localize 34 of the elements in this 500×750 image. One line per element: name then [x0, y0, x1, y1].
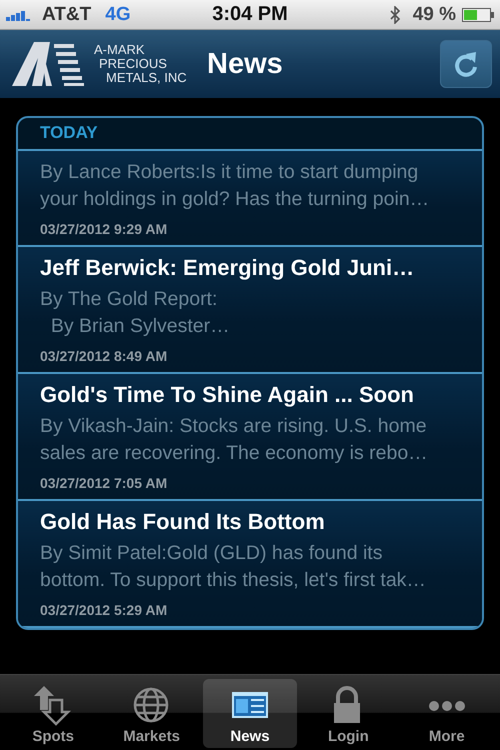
article-snippet: By The Gold Report: By Brian Sylvester… [40, 287, 231, 339]
article-title: Jeff Berwick: Emerging Gold Juni… [40, 255, 416, 281]
news-item[interactable]: Jeff Berwick: Emerging Gold Juni… By The Gold Report: By Brian Sylvester… 03/27/2012 8:49 AM [18, 247, 482, 374]
article-title: Gold's Time To Shine Again ... Soon [40, 382, 415, 408]
logo-text: A-MARK [94, 43, 146, 57]
logo-text: PRECIOUS [98, 57, 168, 71]
logo-text: METALS, INC [105, 71, 187, 85]
screen-title: News [207, 48, 284, 80]
article-date: 03/27/2012 9:29 AM [40, 221, 168, 237]
news-item[interactable]: Gold Has Found Its Bottom By Simit Patel:Gold (GLD) has found its bottom. To support this thesis, let's first tak… 03/27/2012 5:29 AM [18, 501, 482, 628]
article-date: 03/27/2012 8:49 AM [40, 348, 168, 364]
network-type: 4G [105, 4, 131, 26]
tab-bar-item[interactable]: News [202, 679, 297, 748]
article-snippet: By Simit Patel:Gold (GLD) has found its bottom. To support this thesis, let's first tak… [40, 541, 427, 593]
tab-bar-item[interactable]: More [400, 679, 494, 748]
tab-bar-item[interactable]: Spots [6, 679, 100, 748]
bluetooth-icon [388, 6, 401, 24]
article-snippet: By Lance Roberts:Is it time to start dumping your holdings in gold? Has the turning poin… [40, 160, 430, 212]
tab-bar-item[interactable]: Login [301, 679, 396, 748]
news-item[interactable]: Gold's Time To Shine Again ... Soon By Vikash-Jain: Stocks are rising. U.S. home sales are recovering. The economy is rebo… 03/27/2012 7:05 AM [18, 374, 482, 501]
article-date: 03/27/2012 5:29 AM [40, 602, 168, 618]
refresh-icon [453, 50, 479, 78]
article-snippet: By Vikash-Jain: Stocks are rising. U.S. home sales are recovering. The economy is rebo… [40, 414, 429, 466]
news-item[interactable]: By Lance Roberts:Is it time to start dumping your holdings in gold? Has the turning poin… 03/27/2012 9:29 AM [18, 151, 482, 247]
refresh-button[interactable] [440, 40, 492, 88]
arrows-icon [34, 686, 72, 726]
article-date: 03/27/2012 7:05 AM [40, 475, 168, 491]
battery-icon [462, 8, 494, 22]
article-title: Gold Has Found Its Bottom [40, 509, 326, 535]
clock-time: 3:04 PM [212, 3, 288, 26]
more-icon [428, 701, 465, 711]
carrier-name: AT&T [42, 4, 92, 26]
battery-percent: 49 % [412, 4, 456, 26]
tab-bar-item[interactable]: Markets [104, 679, 199, 748]
